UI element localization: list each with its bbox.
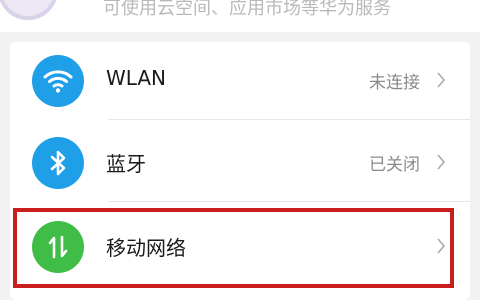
settings-item-status: 已关闭 [369, 155, 420, 175]
settings-screen: 可使用云空间、应用市场等华为服务 WLAN 未连接 蓝牙 已关闭 移动网络 [0, 0, 480, 300]
chevron-right-icon [437, 72, 446, 88]
settings-item-wlan[interactable]: WLAN 未连接 [10, 42, 470, 120]
settings-item-label: 蓝牙 [106, 152, 146, 176]
chevron-right-icon [437, 154, 446, 170]
account-card[interactable]: 可使用云空间、应用市场等华为服务 [0, 0, 480, 32]
divider [108, 201, 470, 202]
settings-item-label: WLAN [106, 66, 167, 90]
highlight-box [13, 208, 454, 288]
account-subtitle: 可使用云空间、应用市场等华为服务 [103, 0, 391, 19]
bluetooth-icon [32, 137, 84, 189]
wifi-icon [32, 55, 84, 107]
avatar [0, 0, 58, 20]
settings-item-bluetooth[interactable]: 蓝牙 已关闭 [10, 124, 470, 202]
settings-item-status: 未连接 [369, 73, 420, 93]
divider [108, 119, 470, 120]
